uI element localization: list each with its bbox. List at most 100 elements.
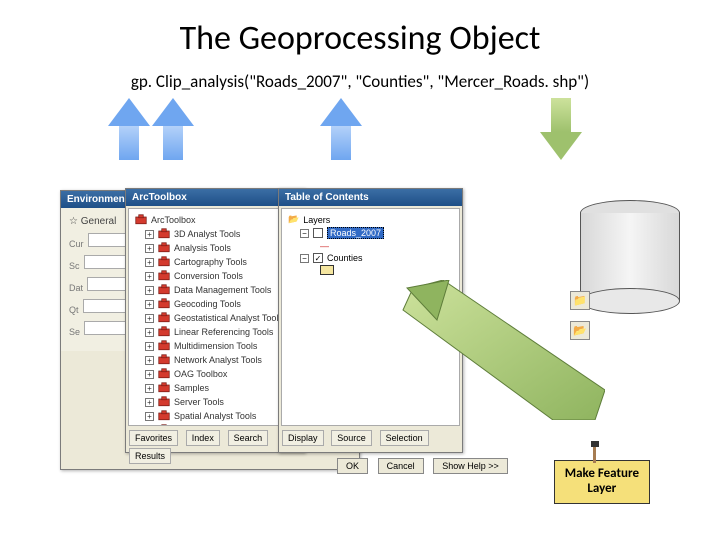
toolbox-icon [158,340,170,352]
toolbox-item-5[interactable]: + Geocoding Tools [143,297,297,311]
toc-tabs: Display Source Selection [279,428,462,446]
expand-minus-icon[interactable]: − [300,229,309,238]
arrow-clip-up [152,98,194,160]
plus-icon[interactable]: + [145,398,154,407]
toolbox-item-label: Network Analyst Tools [174,355,262,365]
toolbox-item-label: Samples [174,383,209,393]
toolbox-item-10[interactable]: + OAG Toolbox [143,367,297,381]
layer0-label: Roads_2007 [327,227,384,239]
toolbox-item-7[interactable]: + Linear Referencing Tools [143,325,297,339]
toolbox-item-label: Multidimension Tools [174,341,257,351]
add-button-icon[interactable]: 📂 [570,320,590,340]
plus-icon[interactable]: + [145,426,154,427]
toc-layer-0[interactable]: − Roads_2007 [298,226,455,240]
tab-results[interactable]: Results [129,448,171,464]
cancel-button[interactable]: Cancel [378,458,424,474]
toc-layer-0-sym: — [318,240,455,252]
toc-window: Table of Contents 📂 Layers − Roads_2007 … [278,188,463,453]
layer1-checkbox[interactable]: ✓ [313,253,323,263]
toolbox-item-2[interactable]: + Cartography Tools [143,255,297,269]
toolbox-item-label: OAG Toolbox [174,369,227,379]
toolbox-icon [158,298,170,310]
toc-layer-1-sym [318,264,455,276]
plus-icon[interactable]: + [145,342,154,351]
env-buttons: OK Cancel Show Help >> [330,451,515,478]
toolbox-icon [158,410,170,422]
expand-minus-icon[interactable]: − [300,254,309,263]
toolbox-item-1[interactable]: + Analysis Tools [143,241,297,255]
plus-icon[interactable]: + [145,230,154,239]
hammer-icon [585,441,605,465]
mfl-line1: Make Feature [565,466,639,481]
toolbox-item-label: Conversion Tools [174,271,243,281]
toolbox-icon [158,368,170,380]
ok-button[interactable]: OK [337,458,368,474]
toolbox-item-label: Linear Referencing Tools [174,327,273,337]
tab-search[interactable]: Search [228,430,269,446]
toolbox-icon [158,242,170,254]
plus-icon[interactable]: + [145,244,154,253]
plus-icon[interactable]: + [145,258,154,267]
layer0-checkbox[interactable] [313,228,323,238]
tab-display[interactable]: Display [282,430,324,446]
toolbox-item-label: Geocoding Tools [174,299,241,309]
toolbox-item-label: Data Management Tools [174,285,271,295]
make-feature-layer-callout: Make Feature Layer [554,460,650,504]
toolbox-root[interactable]: ArcToolbox [133,213,297,227]
toc-layer-1[interactable]: − ✓ Counties [298,252,455,264]
toolbox-icon [158,284,170,296]
toc-layers-label: Layers [303,215,330,225]
toolbox-item-4[interactable]: + Data Management Tools [143,283,297,297]
browse-button-icon[interactable]: 📁 [570,290,590,310]
toolbox-item-13[interactable]: + Spatial Analyst Tools [143,409,297,423]
toolbox-icon [158,228,170,240]
toolbox-root-label: ArcToolbox [151,215,196,225]
toolbox-icon [158,382,170,394]
plus-icon[interactable]: + [145,314,154,323]
toolbox-item-12[interactable]: + Server Tools [143,395,297,409]
toolbox-item-3[interactable]: + Conversion Tools [143,269,297,283]
layer1-label: Counties [327,253,363,263]
tab-selection[interactable]: Selection [380,430,429,446]
plus-icon[interactable]: + [145,370,154,379]
plus-icon[interactable]: + [145,286,154,295]
plus-icon[interactable]: + [145,412,154,421]
toolbox-item-label: Analysis Tools [174,243,231,253]
toolbox-item-label: Cartography Tools [174,257,247,267]
toolbox-icon [158,424,170,426]
tab-index[interactable]: Index [186,430,220,446]
show-help-button[interactable]: Show Help >> [433,458,508,474]
tab-source[interactable]: Source [331,430,372,446]
toolbox-list: +3D Analyst Tools+Analysis Tools+Cartogr… [143,227,297,426]
toolbox-item-9[interactable]: + Network Analyst Tools [143,353,297,367]
plus-icon[interactable]: + [145,356,154,365]
toolbox-item-label: Server Tools [174,397,224,407]
toolbox-icon [158,270,170,282]
plus-icon[interactable]: + [145,328,154,337]
layers-folder-icon: 📂 [288,214,299,225]
arrow-output-down [540,98,582,160]
toolbox-item-label: 3D Analyst Tools [174,229,240,239]
toolbox-icon [158,256,170,268]
plus-icon[interactable]: + [145,384,154,393]
toc-layers-root[interactable]: 📂 Layers [286,213,455,226]
toolbox-root-icon [135,214,147,226]
toolbox-item-14[interactable]: +Spatial Statistics Tools [143,423,297,426]
plus-icon[interactable]: + [145,300,154,309]
page-title: The Geoprocessing Object [0,0,720,67]
toolbox-icon [158,326,170,338]
toolbox-icon [158,312,170,324]
arrow-gp-up [108,98,150,160]
toolbox-item-label: Spatial Analyst Tools [174,411,256,421]
toc-body: 📂 Layers − Roads_2007 — − ✓ Counties [281,208,460,426]
arrow-counties-up [320,98,362,160]
toolbox-item-0[interactable]: +3D Analyst Tools [143,227,297,241]
toolbox-item-6[interactable]: +Geostatistical Analyst Tools [143,311,297,325]
code-snippet: gp. Clip_analysis("Roads_2007", "Countie… [0,67,720,98]
toolbox-item-8[interactable]: + Multidimension Tools [143,339,297,353]
arrow-area [0,98,720,168]
tab-favorites[interactable]: Favorites [129,430,178,446]
toolbox-item-11[interactable]: + Samples [143,381,297,395]
plus-icon[interactable]: + [145,272,154,281]
toolbox-body: ArcToolbox +3D Analyst Tools+Analysis To… [128,208,302,426]
